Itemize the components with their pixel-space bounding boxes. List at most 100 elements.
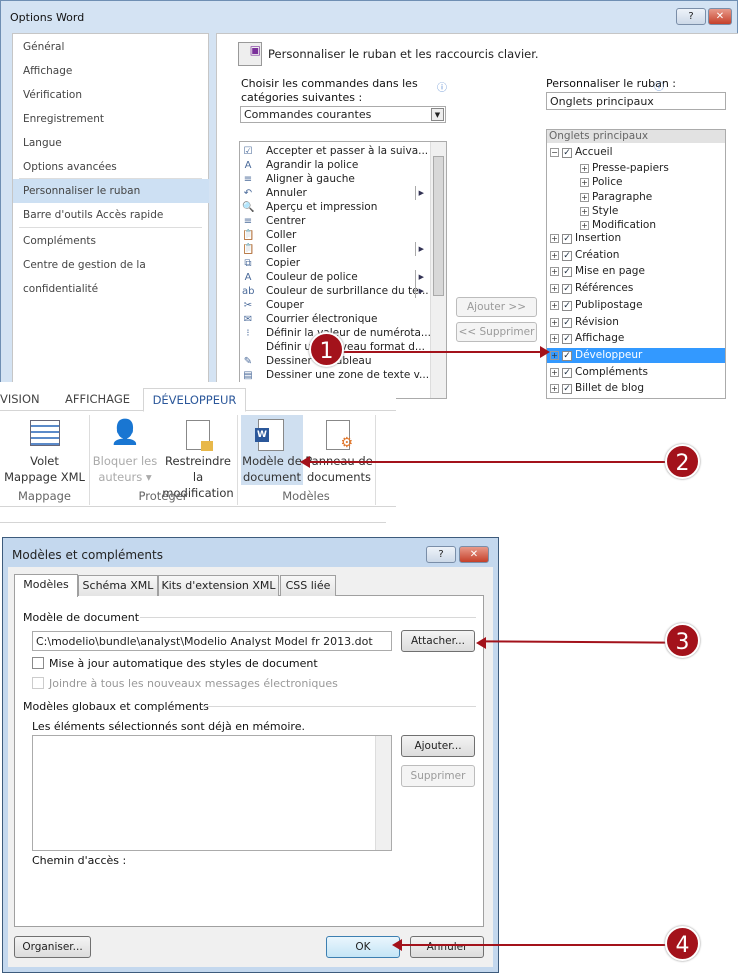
- expand-icon[interactable]: +: [580, 206, 589, 216]
- help-button[interactable]: ?: [676, 8, 706, 25]
- command-item[interactable]: 🔍 Aperçu et impression: [242, 200, 430, 214]
- add-command-button[interactable]: Ajouter >>: [456, 297, 537, 317]
- tree-item[interactable]: + ✓ Billet de blog: [547, 381, 725, 396]
- checkbox-icon[interactable]: ✓: [562, 234, 572, 244]
- expand-icon[interactable]: +: [550, 284, 559, 294]
- expand-icon[interactable]: +: [550, 267, 559, 277]
- tree-item[interactable]: + Paragraphe: [547, 190, 725, 205]
- tab-modeles[interactable]: Modèles: [14, 574, 78, 597]
- remove-command-button[interactable]: << Supprimer: [456, 322, 537, 342]
- choose-commands-dropdown[interactable]: Commandes courantes ▼: [240, 106, 446, 123]
- attach-button[interactable]: Attacher...: [401, 630, 475, 652]
- template-path-input[interactable]: C:\modelio\bundle\analyst\Modelio Analys…: [32, 631, 392, 651]
- nav-item-1[interactable]: Affichage: [13, 59, 209, 83]
- tab-xml-kits[interactable]: Kits d'extension XML: [158, 575, 279, 596]
- add-template-button[interactable]: Ajouter...: [401, 735, 475, 757]
- dialog-help-button[interactable]: ?: [426, 546, 456, 563]
- command-item[interactable]: ab Couleur de surbrillance du te... ▶: [242, 284, 430, 298]
- ribbon-tree[interactable]: Onglets principaux − ✓ Accueil + Presse-papi…: [546, 129, 726, 399]
- checkbox-icon[interactable]: ✓: [562, 148, 572, 158]
- commands-scrollbar[interactable]: [430, 142, 446, 398]
- remove-template-button[interactable]: Supprimer: [401, 765, 475, 787]
- ribbon-button-3[interactable]: Modèle de document: [241, 453, 303, 485]
- expand-icon[interactable]: +: [550, 300, 559, 310]
- expand-icon[interactable]: +: [550, 234, 559, 243]
- global-templates-list[interactable]: [32, 735, 392, 851]
- tree-item[interactable]: + Presse-papiers: [547, 161, 725, 176]
- cancel-button[interactable]: Annuler: [410, 936, 484, 958]
- tree-item[interactable]: + ✓ Développeur: [547, 347, 725, 363]
- expand-icon[interactable]: +: [550, 250, 559, 260]
- command-item[interactable]: ⧉ Copier: [242, 256, 430, 270]
- ribbon-button-0[interactable]: Volet Mappage XML: [0, 453, 89, 485]
- ribbon-tabs-dropdown[interactable]: Onglets principaux: [546, 92, 726, 110]
- nav-item-5[interactable]: Options avancées: [13, 155, 209, 179]
- expand-icon[interactable]: +: [550, 317, 559, 327]
- expand-icon[interactable]: −: [550, 148, 559, 157]
- checkbox-icon[interactable]: ✓: [562, 384, 572, 395]
- tree-item[interactable]: + ✓ Insertion: [547, 231, 725, 246]
- checkbox-icon[interactable]: ✓: [562, 334, 572, 345]
- command-item[interactable]: ☑ Accepter et passer à la suiva...: [242, 144, 430, 158]
- ribbon-button-4[interactable]: Panneau dedocuments: [303, 453, 375, 485]
- checkbox-icon[interactable]: ✓: [562, 367, 572, 378]
- nav-item-0[interactable]: Général: [13, 35, 209, 59]
- command-item[interactable]: ▤ Dessiner une zone de texte v...: [242, 368, 430, 382]
- tab-css[interactable]: CSS liée: [280, 575, 336, 596]
- tree-item[interactable]: + ✓ Affichage: [547, 331, 725, 346]
- checkbox-icon[interactable]: ✓: [562, 267, 572, 278]
- checkbox-icon[interactable]: ✓: [562, 300, 572, 311]
- ribbon-button-1[interactable]: Bloquer les auteurs ▾: [90, 453, 160, 485]
- nav-item-2[interactable]: Vérification: [13, 83, 209, 107]
- expand-icon[interactable]: +: [580, 178, 589, 188]
- nav-item-8[interactable]: Compléments: [13, 229, 209, 253]
- tab-schema-xml[interactable]: Schéma XML: [78, 575, 158, 596]
- chevron-down-icon[interactable]: ▼: [431, 108, 444, 121]
- nav-item-4[interactable]: Langue: [13, 131, 209, 155]
- tab-affichage[interactable]: AFFICHAGE: [65, 388, 130, 410]
- tree-item[interactable]: + ✓ Révision: [547, 315, 725, 330]
- tree-item[interactable]: + ✓ Mise en page: [547, 264, 725, 279]
- tree-item[interactable]: + Police: [547, 175, 725, 190]
- tab-developpeur[interactable]: DÉVELOPPEUR: [143, 388, 246, 412]
- expand-icon[interactable]: +: [550, 350, 559, 360]
- command-item[interactable]: A Agrandir la police: [242, 158, 430, 172]
- tree-item[interactable]: + Style: [547, 204, 725, 219]
- tree-item[interactable]: + ✓ Publipostage: [547, 298, 725, 313]
- command-item[interactable]: ≡ Aligner à gauche: [242, 172, 430, 186]
- organize-button[interactable]: Organiser...: [14, 936, 91, 958]
- command-item[interactable]: ✂ Couper: [242, 298, 430, 312]
- nav-item-9[interactable]: Centre de gestion de la confidentialité: [13, 253, 209, 295]
- tree-item[interactable]: + ✓ Références: [547, 281, 725, 296]
- expand-icon[interactable]: +: [550, 334, 559, 344]
- tree-item[interactable]: − ✓ Accueil: [547, 145, 725, 160]
- tree-item[interactable]: + ✓ Création: [547, 248, 725, 263]
- list-scrollbar[interactable]: [375, 736, 391, 850]
- dialog-close-button[interactable]: ✕: [459, 546, 489, 563]
- close-button[interactable]: ✕: [708, 8, 732, 25]
- tree-item[interactable]: + ✓ Compléments: [547, 365, 725, 380]
- expand-icon[interactable]: +: [580, 192, 589, 202]
- command-item[interactable]: 📋 Coller: [242, 228, 430, 242]
- attach-email-checkbox[interactable]: [32, 677, 44, 689]
- command-item[interactable]: A Couleur de police ▶: [242, 270, 430, 284]
- command-item[interactable]: ≡ Centrer: [242, 214, 430, 228]
- ok-button[interactable]: OK: [326, 936, 400, 958]
- auto-update-checkbox[interactable]: [32, 657, 44, 669]
- nav-item-7[interactable]: Barre d'outils Accès rapide: [13, 203, 209, 227]
- command-item[interactable]: ✉ Courrier électronique: [242, 312, 430, 326]
- command-item[interactable]: ↶ Annuler ▶: [242, 186, 430, 200]
- command-item[interactable]: 📋 Coller ▶: [242, 242, 430, 256]
- checkbox-icon[interactable]: ✓: [562, 350, 572, 361]
- expand-icon[interactable]: +: [550, 367, 559, 377]
- tab-revision[interactable]: VISION: [0, 388, 40, 410]
- checkbox-icon[interactable]: ✓: [562, 284, 572, 295]
- nav-item-3[interactable]: Enregistrement: [13, 107, 209, 131]
- nav-item-6[interactable]: Personnaliser le ruban: [13, 179, 209, 203]
- expand-icon[interactable]: +: [550, 384, 559, 394]
- checkbox-icon[interactable]: ✓: [562, 250, 572, 261]
- checkbox-icon[interactable]: ✓: [562, 317, 572, 328]
- expand-icon[interactable]: +: [580, 164, 589, 173]
- expand-icon[interactable]: +: [580, 221, 589, 231]
- commands-list[interactable]: ☑ Accepter et passer à la suiva... A Agrand…: [239, 141, 447, 399]
